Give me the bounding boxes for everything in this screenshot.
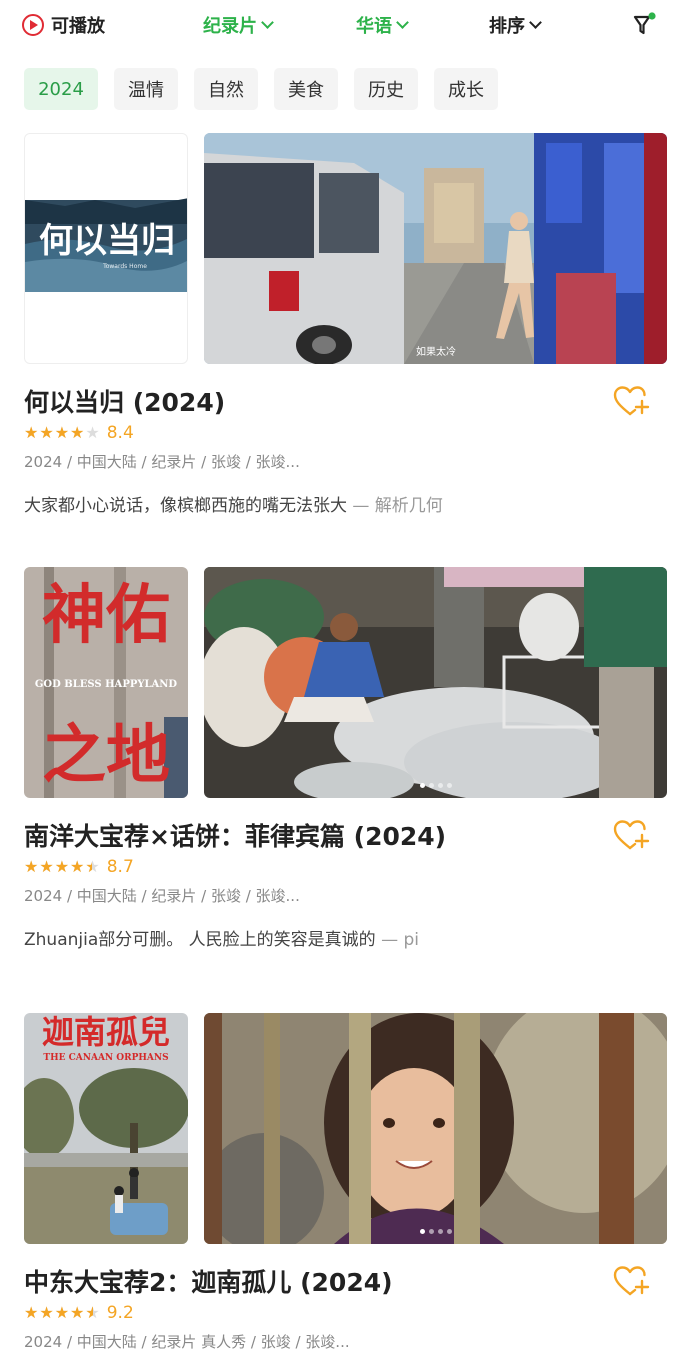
filter-bar: 可播放 纪录片 华语 排序	[0, 0, 690, 50]
heart-plus-icon	[613, 820, 650, 850]
add-favorite-button[interactable]	[612, 819, 652, 851]
tag-chips: 2024 温情 自然 美食 历史 成长	[24, 68, 498, 110]
movie-title[interactable]: 南洋大宝荐×话饼：菲律宾篇 (2024)	[24, 817, 446, 853]
svg-text:THE CANAAN ORPHANS: THE CANAAN ORPHANS	[43, 1053, 168, 1063]
sort-label: 排序	[489, 16, 525, 37]
review-source: — 解析几何	[352, 496, 443, 516]
poster-title-top: 神佑	[42, 579, 170, 653]
review-text: Zhuanjia部分可删。 人民脸上的笑容是真诚的	[24, 930, 376, 950]
playable-toggle[interactable]: 可播放	[22, 12, 105, 38]
star-rating: ★★★★★★★★★★	[24, 1303, 101, 1322]
movie-title[interactable]: 何以当归 (2024)	[24, 383, 225, 419]
add-favorite-button[interactable]	[612, 1265, 652, 1297]
movie-meta: 2024 / 中国大陆 / 纪录片 真人秀 / 张竣 / 张竣...	[24, 1333, 350, 1351]
svg-text:GOD BLESS HAPPYLAND: GOD BLESS HAPPYLAND	[35, 679, 178, 690]
rating-score: 9.2	[106, 1303, 134, 1323]
playable-label: 可播放	[51, 16, 105, 37]
poster-image[interactable]: 何以当归 Towards Home	[24, 133, 188, 364]
add-favorite-button[interactable]	[612, 385, 652, 417]
heart-plus-icon	[613, 386, 650, 416]
star-rating: ★★★★★★★★★★	[24, 857, 101, 876]
movie-title[interactable]: 中东大宝荐2：迦南孤儿 (2024)	[24, 1263, 393, 1299]
chip-nature[interactable]: 自然	[194, 68, 258, 110]
review-text: 大家都小心说话，像槟榔西施的嘴无法张大	[24, 496, 347, 516]
genre-dropdown[interactable]: 纪录片	[203, 12, 274, 38]
movie-meta: 2024 / 中国大陆 / 纪录片 / 张竣 / 张竣...	[24, 453, 300, 471]
chip-food[interactable]: 美食	[274, 68, 338, 110]
language-label: 华语	[356, 16, 392, 37]
rating: ★★★★★ ★★★★★ 9.2	[24, 1303, 134, 1323]
short-review: 大家都小心说话，像槟榔西施的嘴无法张大 — 解析几何	[24, 491, 443, 516]
rating-score: 8.4	[106, 423, 134, 443]
filter-button[interactable]	[633, 12, 657, 38]
chevron-down-icon	[529, 16, 542, 29]
carousel-dots	[419, 1229, 452, 1234]
review-source: — pi	[381, 930, 419, 950]
carousel-dots	[419, 783, 452, 788]
chevron-down-icon	[396, 16, 409, 29]
poster-image[interactable]: 神佑 GOD BLESS HAPPYLAND 之地	[24, 567, 188, 798]
filter-icon	[633, 12, 656, 35]
sort-dropdown[interactable]: 排序	[489, 12, 542, 38]
chip-warm[interactable]: 温情	[114, 68, 178, 110]
poster-title-bottom: 之地	[42, 719, 170, 793]
language-dropdown[interactable]: 华语	[356, 12, 409, 38]
still-image[interactable]	[204, 567, 667, 798]
chip-history[interactable]: 历史	[354, 68, 418, 110]
star-rating: ★★★★★★★★★★	[24, 423, 101, 442]
rating-score: 8.7	[106, 857, 134, 877]
movie-meta: 2024 / 中国大陆 / 纪录片 / 张竣 / 张竣...	[24, 887, 300, 905]
poster-title: 迦南孤兒	[42, 1013, 170, 1051]
poster-title: 何以当归	[39, 221, 175, 261]
still-image[interactable]	[204, 1013, 667, 1244]
chip-growth[interactable]: 成长	[434, 68, 498, 110]
short-review: Zhuanjia部分可删。 人民脸上的笑容是真诚的 — pi	[24, 925, 419, 950]
chevron-down-icon	[261, 16, 274, 29]
rating: ★★★★★★★★★★ 8.7	[24, 857, 134, 877]
chip-2024[interactable]: 2024	[24, 68, 98, 110]
svg-text:Towards Home: Towards Home	[102, 263, 147, 270]
svg-text:如果太冷: 如果太冷	[416, 345, 456, 358]
play-icon	[22, 14, 44, 36]
still-image[interactable]: 如果太冷	[204, 133, 667, 364]
poster-image[interactable]: 迦南孤兒 THE CANAAN ORPHANS	[24, 1013, 188, 1244]
heart-plus-icon	[613, 1266, 650, 1296]
rating: ★★★★★★★★★★ 8.4	[24, 423, 134, 443]
genre-label: 纪录片	[203, 16, 257, 37]
